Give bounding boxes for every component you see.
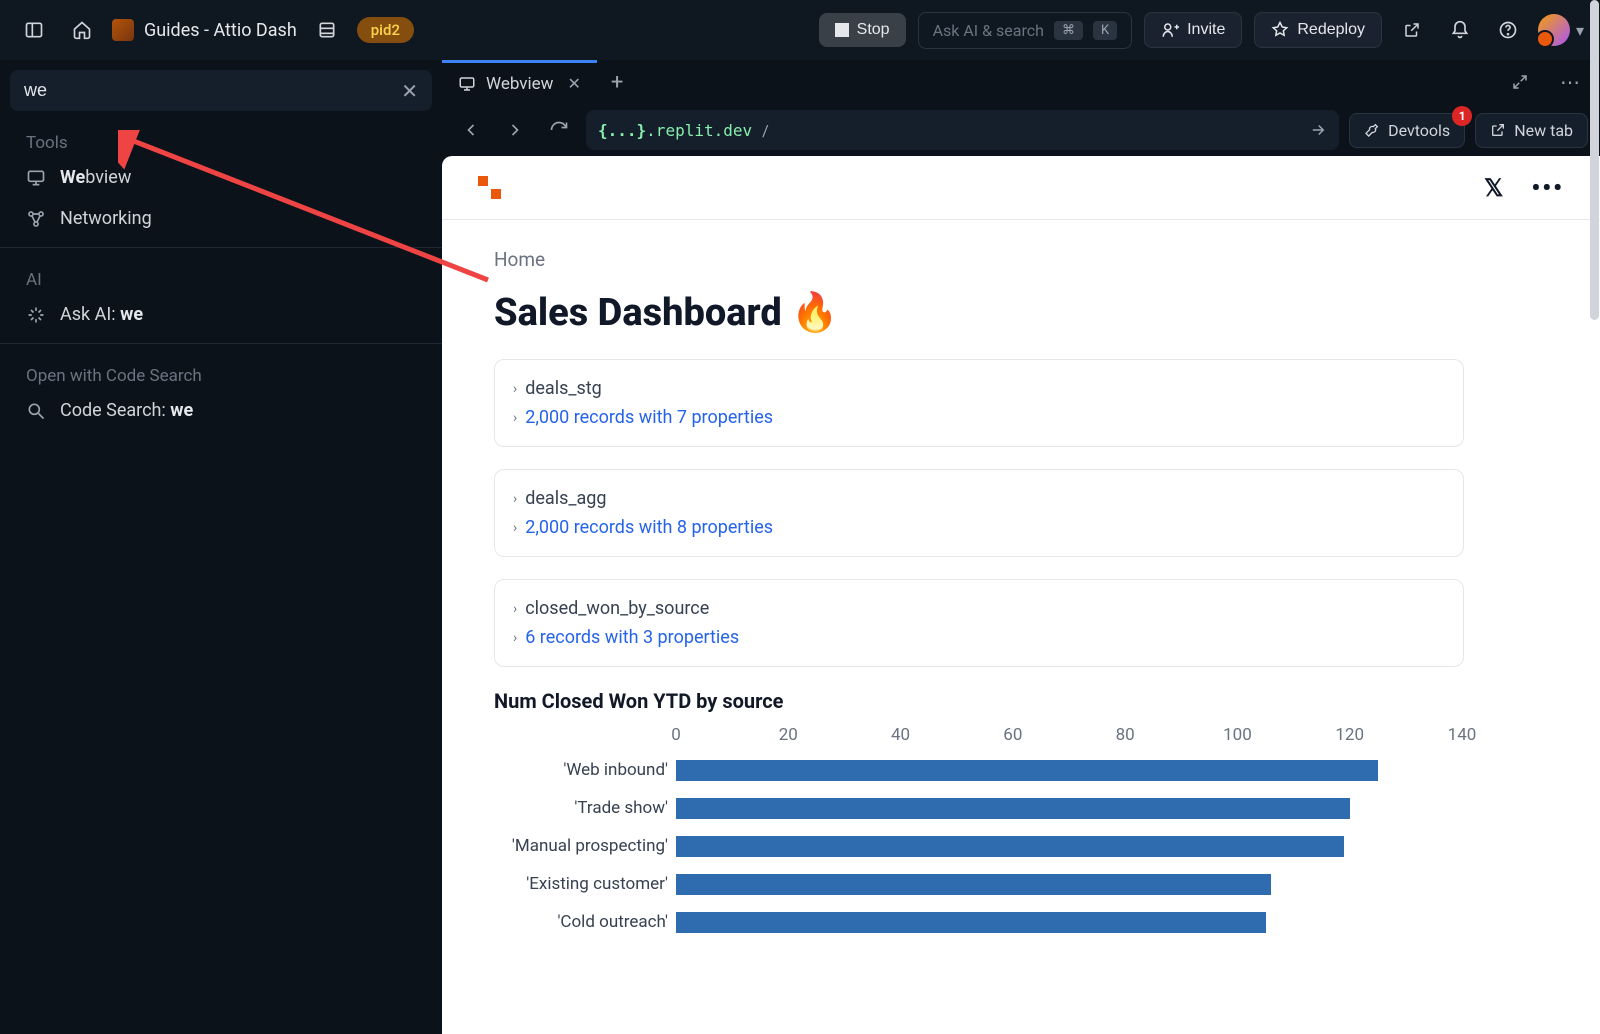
redeploy-button[interactable]: Redeploy — [1254, 12, 1382, 48]
bar-fill — [676, 798, 1350, 819]
bar-label: 'Cold outreach' — [502, 912, 676, 932]
expand-icon[interactable] — [1502, 64, 1538, 100]
section-tools: Tools — [0, 119, 442, 157]
monitor-icon — [458, 75, 476, 93]
panel-toggle-icon[interactable] — [16, 12, 52, 48]
chevron-right-icon: › — [513, 381, 517, 397]
ai-search-button[interactable]: Ask AI & search ⌘ K — [918, 12, 1133, 49]
briefcase-icon — [112, 19, 134, 41]
sidebar-item-networking[interactable]: Networking — [0, 198, 442, 239]
chevron-down-icon[interactable]: ▾ — [1576, 21, 1584, 40]
card-deals-stg[interactable]: ›deals_stg ›2,000 records with 7 propert… — [494, 359, 1464, 447]
search-input[interactable] — [24, 80, 391, 101]
more-dots-icon[interactable]: ••• — [1531, 174, 1564, 202]
tabbar: Webview ✕ + ⋯ — [442, 60, 1600, 104]
bar-row: 'Trade show' — [502, 789, 1462, 827]
search-icon — [26, 401, 46, 421]
bar-label: 'Manual prospecting' — [502, 836, 676, 856]
stop-button[interactable]: Stop — [819, 13, 906, 47]
sidebar-item-webview[interactable]: Webview — [0, 157, 442, 198]
bar-label: 'Trade show' — [502, 798, 676, 818]
back-button[interactable] — [454, 113, 488, 147]
card-deals-agg[interactable]: ›deals_agg ›2,000 records with 8 propert… — [494, 469, 1464, 557]
sidebar-item-code-search[interactable]: Code Search: we — [0, 390, 442, 431]
kbd-k: K — [1093, 21, 1117, 40]
card-closed-won[interactable]: ›closed_won_by_source ›6 records with 3 … — [494, 579, 1464, 667]
bar-fill — [676, 760, 1378, 781]
topbar: Guides - Attio Dash pid2 Stop Ask AI & s… — [0, 0, 1600, 60]
chevron-right-icon: › — [513, 491, 517, 507]
bar-chart: 020406080100120140 'Web inbound''Trade s… — [502, 725, 1462, 941]
url-input[interactable]: {...}.replit.dev / — [586, 110, 1339, 150]
home-icon[interactable] — [64, 12, 100, 48]
bar-fill — [676, 912, 1266, 933]
reload-button[interactable] — [542, 113, 576, 147]
breadcrumb[interactable]: Home — [494, 248, 1548, 271]
bell-icon[interactable] — [1442, 12, 1478, 48]
external-link-icon — [1490, 122, 1506, 138]
webview: 𝕏 ••• Home Sales Dashboard 🔥 ›deals_stg … — [442, 156, 1600, 1034]
urlbar: {...}.replit.dev / Devtools 1 New tab — [442, 104, 1600, 156]
section-ai: AI — [0, 256, 442, 294]
help-icon[interactable] — [1490, 12, 1526, 48]
sidebar: ✕ Tools Webview Networking AI Ask AI: we… — [0, 60, 442, 1034]
devtools-badge: 1 — [1452, 106, 1472, 126]
network-icon — [26, 209, 46, 229]
open-external-icon[interactable] — [1394, 12, 1430, 48]
monitor-icon — [26, 168, 46, 188]
more-icon[interactable]: ⋯ — [1552, 64, 1588, 100]
go-icon[interactable] — [1309, 121, 1327, 139]
close-tab-icon[interactable]: ✕ — [567, 74, 580, 93]
invite-button[interactable]: Invite — [1144, 12, 1242, 48]
pid-badge[interactable]: pid2 — [357, 17, 414, 43]
bar-fill — [676, 874, 1271, 895]
bar-row: 'Cold outreach' — [502, 903, 1462, 941]
chevron-right-icon: › — [513, 601, 517, 617]
new-tab-button[interactable]: New tab — [1475, 113, 1588, 148]
sidebar-item-ask-ai[interactable]: Ask AI: we — [0, 294, 442, 335]
bar-row: 'Web inbound' — [502, 751, 1462, 789]
project-title[interactable]: Guides - Attio Dash — [112, 19, 297, 41]
x-icon[interactable]: 𝕏 — [1484, 174, 1503, 202]
avatar[interactable] — [1538, 14, 1570, 46]
add-tab-button[interactable]: + — [597, 70, 637, 95]
page-header: 𝕏 ••• — [442, 156, 1600, 220]
forward-button[interactable] — [498, 113, 532, 147]
clear-search-icon[interactable]: ✕ — [401, 81, 418, 101]
sparkle-icon — [26, 305, 46, 325]
logo-icon[interactable] — [478, 176, 502, 200]
tab-webview[interactable]: Webview ✕ — [442, 60, 597, 104]
bar-row: 'Existing customer' — [502, 865, 1462, 903]
bar-row: 'Manual prospecting' — [502, 827, 1462, 865]
section-code-search: Open with Code Search — [0, 352, 442, 390]
wrench-icon — [1364, 122, 1380, 138]
page-title: Sales Dashboard 🔥 — [494, 291, 1548, 335]
bar-label: 'Existing customer' — [502, 874, 676, 894]
bar-label: 'Web inbound' — [502, 760, 676, 780]
chart-title: Num Closed Won YTD by source — [494, 689, 1548, 713]
kbd-cmd: ⌘ — [1054, 21, 1083, 40]
database-icon[interactable] — [309, 12, 345, 48]
search-box[interactable]: ✕ — [10, 70, 432, 111]
devtools-button[interactable]: Devtools 1 — [1349, 113, 1465, 148]
bar-fill — [676, 836, 1344, 857]
